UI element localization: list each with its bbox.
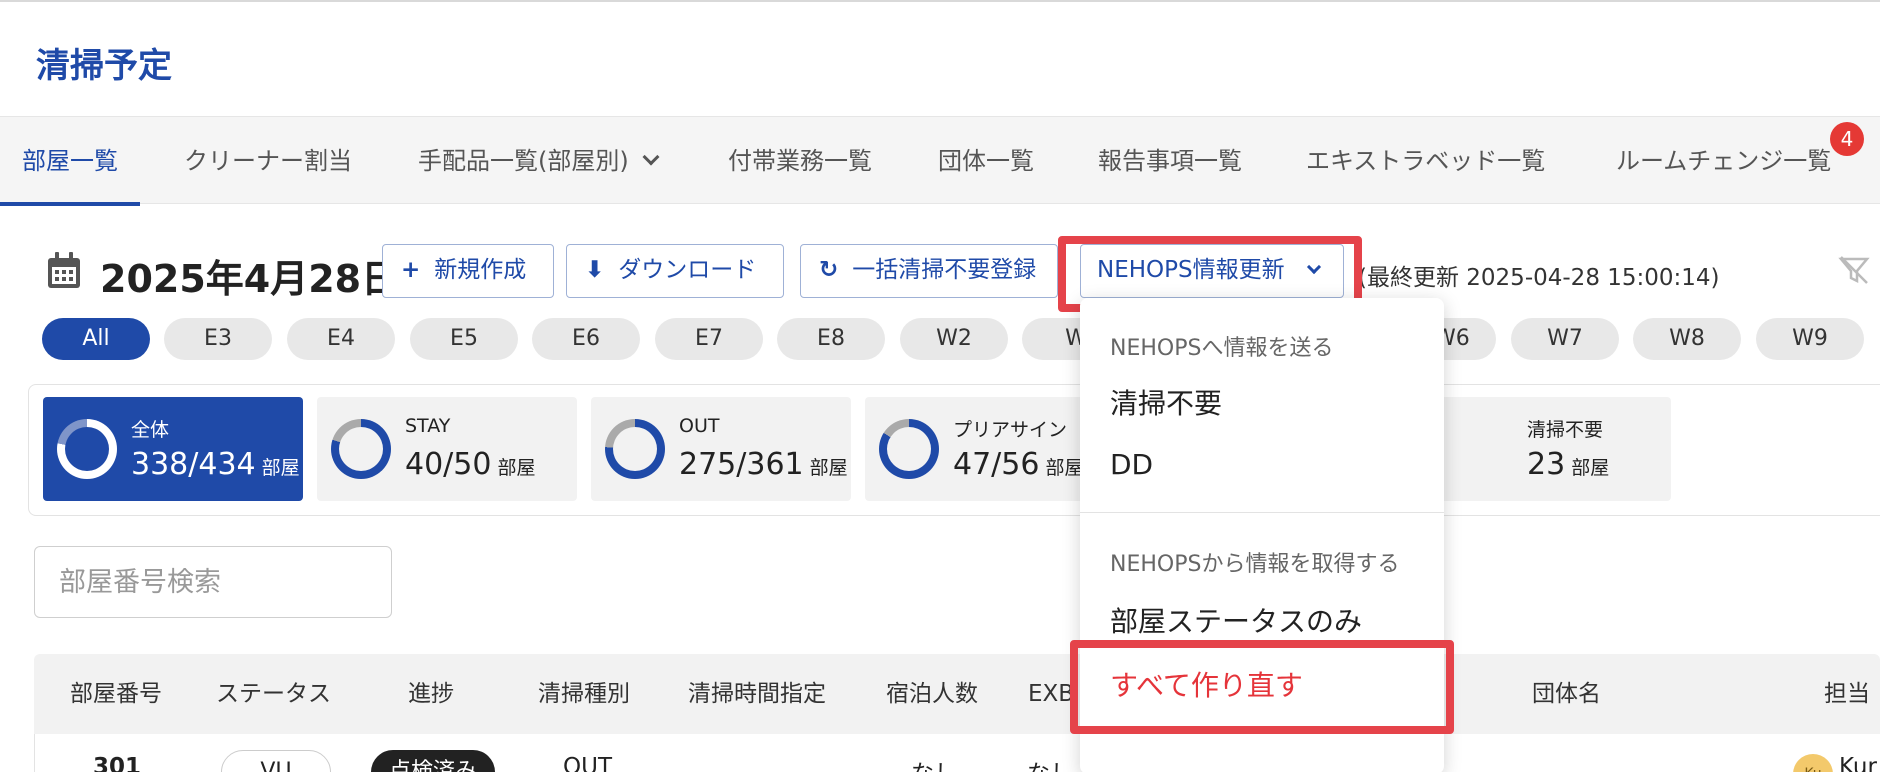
download-icon: ⬇ [585, 257, 605, 283]
plus-icon: + [401, 257, 421, 283]
stat-value: 47/56 部屋 [953, 447, 1083, 482]
stats-panel: 全体 338/434 部屋 STAY 40/50 部屋 OUT 275/361 部屋 … [28, 384, 1880, 516]
stat-value: 275/361 部屋 [679, 447, 848, 482]
progress-donut [57, 419, 117, 479]
stat-value: 338/434 部屋 [131, 447, 300, 482]
table-row[interactable]: 301 VU 点検済み OUT なし なし Ku Kur [34, 734, 1880, 772]
chip-w8[interactable]: W8 [1633, 318, 1741, 360]
stat-number: 275/361 [679, 447, 804, 482]
stat-out[interactable]: OUT 275/361 部屋 [591, 397, 851, 501]
chevron-down-icon [642, 148, 660, 166]
chip-all[interactable]: All [42, 318, 150, 360]
stat-number: 40/50 [405, 447, 492, 482]
tab-cleaner-assign[interactable]: クリーナー割当 [162, 117, 374, 205]
stat-value: 23 部屋 [1527, 447, 1609, 482]
bulk-no-clean-button[interactable]: ↻ 一括清掃不要登録 [800, 244, 1058, 298]
th-group-name[interactable]: 団体名 [1532, 654, 1601, 734]
th-assignee[interactable]: 担当 [1824, 654, 1870, 734]
tab-bar: 部屋一覧 クリーナー割当 手配品一覧(部屋別) 付帯業務一覧 団体一覧 報告事項… [0, 116, 1880, 206]
area-filter-chips: All E3 E4 E5 E6 E7 E8 W2 W W6 W7 W8 W9 [0, 318, 1880, 362]
stat-no-clean[interactable]: 清掃不要 23 部屋 [1441, 397, 1671, 501]
chip-e6[interactable]: E6 [532, 318, 640, 360]
chip-e4[interactable]: E4 [287, 318, 395, 360]
tab-extra-beds[interactable]: エキストラベッド一覧 [1284, 117, 1567, 205]
cell-clean-type: OUT [563, 754, 612, 772]
th-progress[interactable]: 進捗 [408, 654, 454, 734]
dropdown-send-header: NEHOPSへ情報を送る [1110, 336, 1334, 361]
progress-donut [879, 419, 939, 479]
download-label: ダウンロード [618, 257, 757, 283]
page-title: 清掃予定 [36, 46, 172, 86]
stat-label: OUT [679, 415, 720, 437]
bulk-no-clean-label: 一括清掃不要登録 [852, 257, 1037, 283]
menu-item-dd[interactable]: DD [1110, 448, 1153, 481]
th-guest-count[interactable]: 宿泊人数 [886, 654, 978, 734]
refresh-icon: ↻ [819, 257, 839, 283]
chip-e3[interactable]: E3 [164, 318, 272, 360]
chip-e7[interactable]: E7 [655, 318, 763, 360]
cell-room-number: 301 [93, 754, 142, 772]
tab-room-change[interactable]: ルームチェンジ一覧 [1594, 117, 1853, 205]
stat-label: 全体 [131, 419, 170, 441]
cell-guest-count: なし [911, 754, 957, 772]
chip-w9[interactable]: W9 [1756, 318, 1864, 360]
filter-off-icon[interactable] [1838, 254, 1870, 286]
avatar: Ku [1793, 754, 1833, 772]
dropdown-fetch-header: NEHOPSから情報を取得する [1110, 552, 1400, 577]
progress-badge: 点検済み [371, 750, 495, 772]
tab-room-list[interactable]: 部屋一覧 [0, 117, 140, 206]
th-status[interactable]: ステータス [216, 654, 331, 734]
menu-item-room-status-only[interactable]: 部屋ステータスのみ [1110, 600, 1362, 640]
notification-badge: 4 [1830, 122, 1864, 156]
current-date: 2025年4月28日 [100, 257, 400, 301]
tab-reports[interactable]: 報告事項一覧 [1076, 117, 1264, 205]
stat-number: 47/56 [953, 447, 1040, 482]
stat-unit: 部屋 [261, 457, 300, 479]
stat-unit: 部屋 [1571, 457, 1610, 479]
stat-unit: 部屋 [497, 457, 536, 479]
menu-item-no-clean[interactable]: 清掃不要 [1110, 382, 1222, 422]
stat-number: 23 [1527, 447, 1566, 482]
dropdown-divider [1080, 512, 1444, 513]
calendar-icon [48, 252, 80, 288]
cell-exb: なし [1027, 754, 1073, 772]
th-room-number[interactable]: 部屋番号 [70, 654, 162, 734]
stat-number: 338/434 [131, 447, 256, 482]
chip-e5[interactable]: E5 [410, 318, 518, 360]
room-number-search-input[interactable] [34, 546, 392, 618]
stat-label: プリアサイン [953, 419, 1068, 441]
chip-w2[interactable]: W2 [900, 318, 1008, 360]
chip-e8[interactable]: E8 [777, 318, 885, 360]
th-clean-time[interactable]: 清掃時間指定 [688, 654, 826, 734]
progress-donut [605, 419, 665, 479]
stat-unit: 部屋 [809, 457, 848, 479]
last-updated-text: (最終更新 2025-04-28 15:00:14) [1358, 265, 1720, 291]
toolbar: 2025年4月28日 + 新規作成 ⬇ ダウンロード ↻ 一括清掃不要登録 NEHOP… [0, 244, 1880, 304]
tab-supplies[interactable]: 手配品一覧(部屋別) [396, 117, 679, 205]
status-badge: VU [221, 750, 331, 772]
stat-label: 清掃不要 [1527, 419, 1604, 441]
download-button[interactable]: ⬇ ダウンロード [566, 244, 784, 298]
tab-supplies-label: 手配品一覧(部屋別) [418, 147, 629, 175]
new-create-label: 新規作成 [434, 257, 527, 283]
chip-w7[interactable]: W7 [1511, 318, 1619, 360]
th-exb[interactable]: EXB [1028, 654, 1074, 734]
stat-unit: 部屋 [1045, 457, 1084, 479]
tab-groups[interactable]: 団体一覧 [916, 117, 1056, 205]
cell-assignee: Kur [1839, 754, 1877, 772]
stat-stay[interactable]: STAY 40/50 部屋 [317, 397, 577, 501]
progress-donut [331, 419, 391, 479]
stat-label: STAY [405, 415, 451, 437]
top-border [0, 0, 1880, 2]
new-create-button[interactable]: + 新規作成 [382, 244, 554, 298]
stat-total[interactable]: 全体 338/434 部屋 [43, 397, 303, 501]
tab-ancillary-tasks[interactable]: 付帯業務一覧 [706, 117, 894, 205]
highlight-rebuild-all [1070, 640, 1454, 734]
stat-value: 40/50 部屋 [405, 447, 535, 482]
th-clean-type[interactable]: 清掃種別 [538, 654, 630, 734]
table-header: 部屋番号 ステータス 進捗 清掃種別 清掃時間指定 宿泊人数 EXB 団体名 担… [34, 654, 1880, 734]
